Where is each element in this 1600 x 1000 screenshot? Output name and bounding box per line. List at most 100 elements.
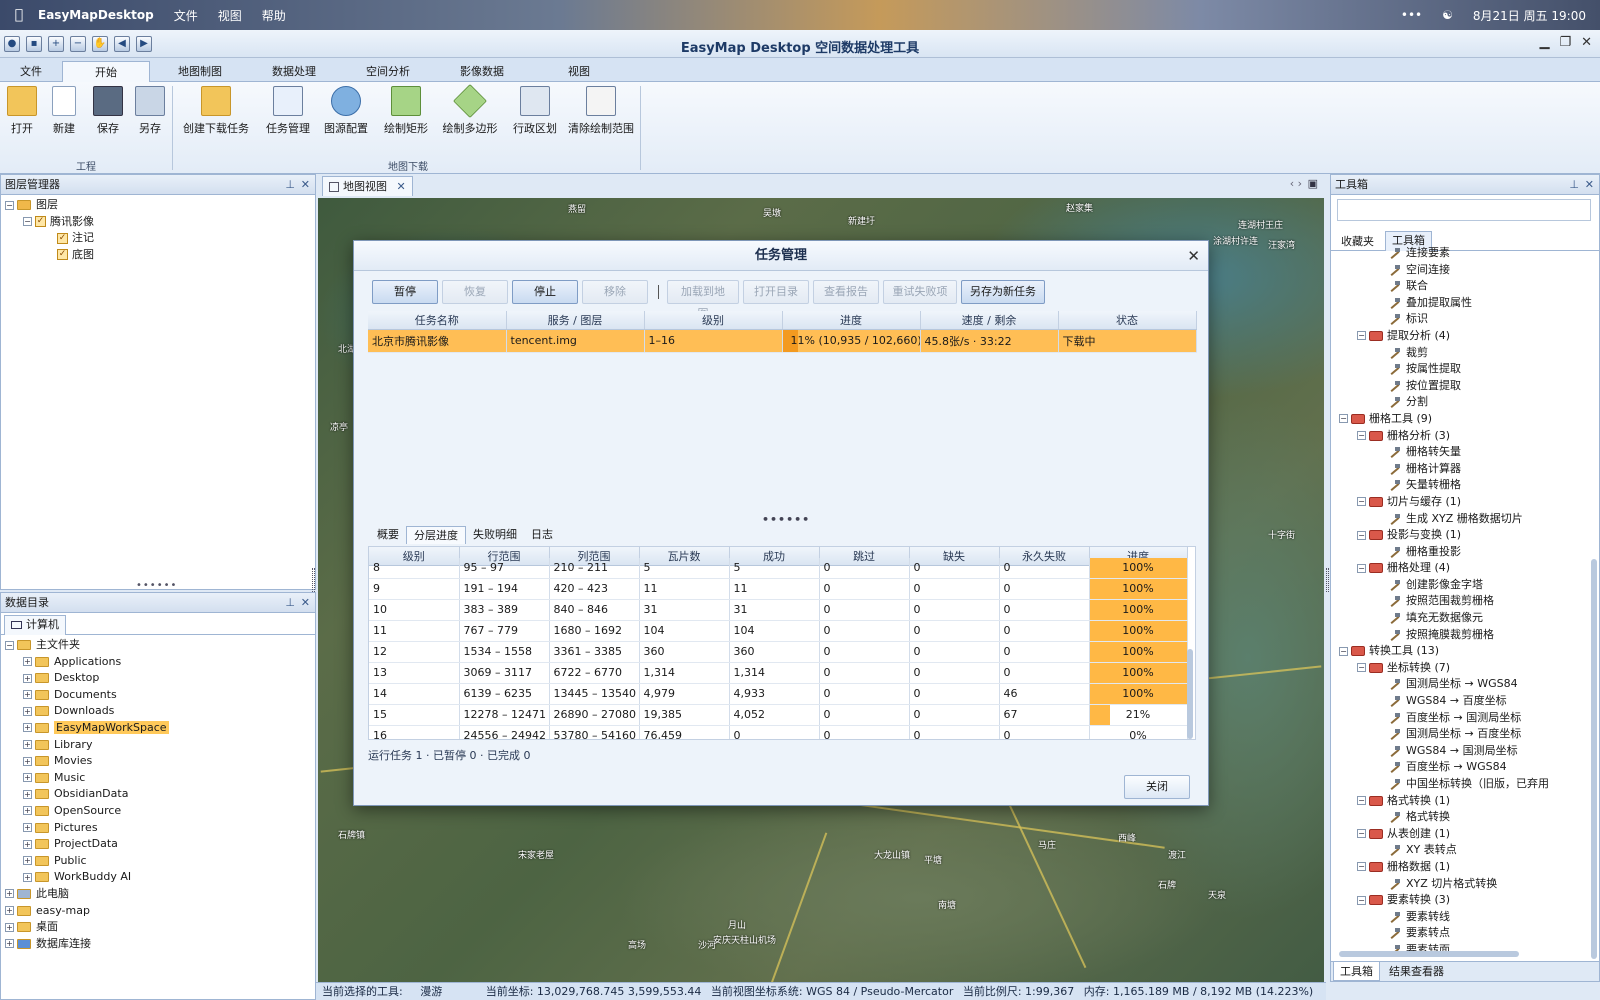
toolbox-tool-item[interactable]: 裁剪 [1331,345,1587,362]
scrollbar-thumb[interactable] [1187,649,1193,739]
draw-polygon-button[interactable]: 绘制多边形 [440,84,500,136]
expand-icon[interactable]: + [23,690,32,700]
layer-row[interactable]: 10 383 – 389 840 – 846 31 31 0 0 0 100% [369,599,1188,621]
expand-icon[interactable]: + [5,906,14,915]
toolbox-tool-item[interactable]: 空间连接 [1331,262,1587,279]
layer-row[interactable]: 12 1534 – 1558 3361 – 3385 360 360 0 0 0 100% [369,641,1188,663]
toolbox-scrollbar[interactable] [1591,559,1597,959]
collapse-icon[interactable]: − [1357,895,1366,905]
open-button[interactable]: 打开 [6,86,38,136]
collapse-icon[interactable]: − [1339,646,1348,656]
catalog-folder-item[interactable]: + Pictures [5,820,315,837]
toolbox-tool-item[interactable]: 分割 [1331,394,1587,411]
toolbox-toolset-item[interactable]: − 格式转换 (1) [1331,793,1587,810]
layer-row[interactable]: 8 95 – 97 210 – 211 5 5 0 0 0 100% [369,557,1188,579]
new-button[interactable]: 新建 [48,86,80,136]
catalog-folder-item[interactable]: + Downloads [5,703,315,720]
control-center-icon[interactable]: ☯ [1442,8,1453,22]
collapse-icon[interactable]: − [1357,862,1366,872]
toolbox-tool-item[interactable]: 要素转线 [1331,909,1587,926]
pause-button[interactable]: 暂停 [372,280,438,304]
layer-row[interactable]: 15 12278 – 12471 26890 – 27080 19,385 4,052 0… [369,704,1188,726]
layer-item-tencent[interactable]: − ✓ 腾讯影像 [5,214,315,231]
expand-icon[interactable]: + [5,939,14,949]
toolbox-search-input[interactable] [1337,199,1591,221]
left-splitter-handle[interactable] [312,568,315,592]
more-icon[interactable]: ••• [1401,8,1422,22]
layer-row[interactable]: 11 767 – 779 1680 – 1692 104 104 0 0 0 100% [369,620,1188,642]
datetime[interactable]: 8月21日 周五 19:00 [1473,7,1586,24]
expand-icon[interactable]: + [23,773,32,783]
stop-button[interactable]: 停止 [512,280,578,304]
tab-failures[interactable]: 失败明细 [466,526,524,544]
catalog-folder-item[interactable]: + OpenSource [5,803,315,820]
toolbox-toolset-item[interactable]: − 提取分析 (4) [1331,328,1587,345]
layer-checkbox[interactable]: ✓ [57,232,68,244]
menu-help[interactable]: 帮助 [262,7,286,24]
layer-row[interactable]: 13 3069 – 3117 6722 – 6770 1,314 1,314 0 0 0 100… [369,662,1188,684]
view-report-button[interactable]: 查看报告 [813,280,879,304]
toolbox-tool-item[interactable]: 按照范围裁剪栅格 [1331,593,1587,610]
tab-view[interactable]: 视图 [556,61,602,82]
bottom-tab-results[interactable]: 结果查看器 [1383,962,1450,981]
tab-computer[interactable]: 计算机 [4,615,66,635]
draw-rectangle-button[interactable]: 绘制矩形 [380,86,432,136]
tab-mapping[interactable]: 地图制图 [166,61,234,82]
collapse-icon[interactable]: − [1357,431,1366,441]
collapse-icon[interactable]: − [1357,530,1366,540]
toolbox-toolset-item[interactable]: − 从表创建 (1) [1331,826,1587,843]
menu-app[interactable]: EasyMapDesktop [38,8,154,22]
restore-icon[interactable]: ❐ [1559,35,1571,50]
tab-nav-arrows[interactable]: ‹ › [1290,177,1302,190]
toolbox-tool-item[interactable]: 栅格重投影 [1331,544,1587,561]
tab-map-view[interactable]: 地图视图 ✕ [322,176,413,196]
collapse-icon[interactable]: − [5,200,14,210]
toolbox-toolset-item[interactable]: − 要素转换 (3) [1331,892,1587,909]
admin-division-button[interactable]: 行政区划 [508,86,562,136]
collapse-icon[interactable]: − [23,217,32,227]
collapse-icon[interactable]: − [1357,796,1366,806]
resume-button[interactable]: 恢复 [442,280,508,304]
toolbox-tool-item[interactable]: 中国坐标转换（旧版，已弃用 [1331,776,1587,793]
catalog-root-item[interactable]: + 此电脑 [5,886,315,903]
layer-row[interactable]: 14 6139 – 6235 13445 – 13540 4,979 4,933 0 0 46… [369,683,1188,705]
pin-icon[interactable]: ⊥ [1569,175,1579,195]
task-manager-button[interactable]: 任务管理 [262,86,314,136]
toolbox-tool-item[interactable]: 矢量转栅格 [1331,477,1587,494]
col-service[interactable]: 服务 / 图层 [506,311,645,330]
layer-checkbox[interactable]: ✓ [35,216,46,228]
toolbox-tool-item[interactable]: 生成 XYZ 栅格数据切片 [1331,511,1587,528]
clear-draw-button[interactable]: 清除绘制范围 [566,86,636,136]
catalog-folder-item[interactable]: + Library [5,737,315,754]
close-button[interactable]: 关闭 [1124,775,1190,799]
collapse-icon[interactable]: − [1357,331,1366,341]
toolbox-tool-item[interactable]: 创建影像金字塔 [1331,577,1587,594]
save-as-new-task-button[interactable]: 另存为新任务 [961,280,1045,304]
collapse-icon[interactable]: − [1357,563,1366,573]
toolbox-tool-item[interactable]: 要素转点 [1331,925,1587,942]
create-download-task-button[interactable]: 创建下载任务 [180,86,252,136]
layer-checkbox[interactable]: ✓ [57,249,68,261]
toolbox-tool-item[interactable]: 联合 [1331,278,1587,295]
catalog-folder-item[interactable]: + ProjectData [5,836,315,853]
toolbox-tool-item[interactable]: XY 表转点 [1331,842,1587,859]
catalog-root-item[interactable]: + easy-map [5,903,315,920]
toolbox-tool-item[interactable]: 按照掩膜裁剪栅格 [1331,627,1587,644]
toolbox-toolset-item[interactable]: − 栅格处理 (4) [1331,560,1587,577]
col-progress[interactable]: 进度 [782,311,921,330]
toolbox-tool-item[interactable]: 叠加提取属性 [1331,295,1587,312]
tab-imagery[interactable]: 影像数据 [448,61,516,82]
right-splitter-handle[interactable] [1326,568,1329,592]
menu-view[interactable]: 视图 [218,7,242,24]
toolbox-tool-item[interactable]: 标识 [1331,311,1587,328]
toolbox-toolset-item[interactable]: − 转换工具 (13) [1331,643,1587,660]
tab-layer-progress[interactable]: 分层进度 [406,526,466,544]
catalog-folder-item[interactable]: + ObsidianData [5,786,315,803]
toolbox-toolset-item[interactable]: − 切片与缓存 (1) [1331,494,1587,511]
remove-button[interactable]: 移除 [582,280,648,304]
close-window-icon[interactable]: ✕ [1581,35,1592,50]
expand-icon[interactable]: + [23,789,32,799]
layer-item-annotation[interactable]: ✓ 注记 [5,230,315,247]
layer-item-basemap[interactable]: ✓ 底图 [5,247,315,264]
task-row[interactable]: 北京市腾讯影像 tencent.img 1–16 11% (10,935 / 1… [368,329,1197,353]
